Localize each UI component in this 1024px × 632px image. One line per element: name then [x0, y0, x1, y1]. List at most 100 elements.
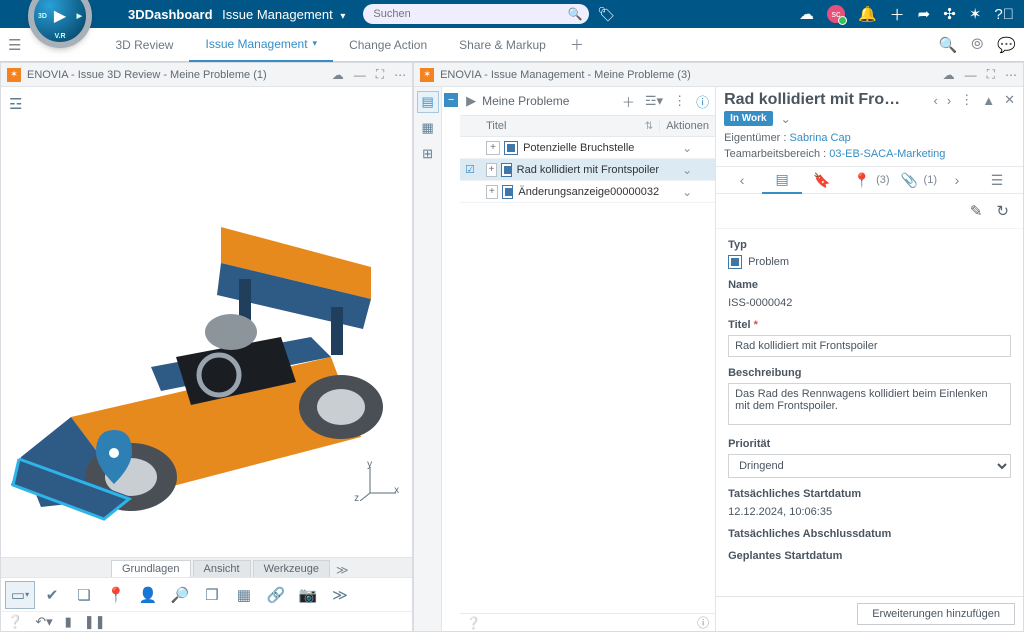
help-icon[interactable]: ?⃝	[994, 6, 1014, 23]
sort-icon[interactable]: ⇅	[645, 121, 653, 132]
add-issue-icon[interactable]: ＋	[622, 92, 635, 111]
pause-icon[interactable]: ❚❚	[84, 614, 106, 630]
prio-select[interactable]: Dringend	[728, 454, 1011, 478]
user-avatar[interactable]: sc	[827, 5, 845, 23]
bell-icon[interactable]: 🔔	[858, 5, 877, 23]
collapse-all-icon[interactable]: −	[444, 93, 458, 107]
history-icon[interactable]: ↻	[996, 202, 1009, 220]
help-icon[interactable]: ❔	[7, 614, 23, 630]
context-label[interactable]: Issue Management	[222, 7, 333, 22]
vtab-grundlagen[interactable]: Grundlagen	[111, 560, 191, 577]
tool-grid[interactable]: ▦	[229, 581, 259, 609]
tab-3d-review[interactable]: 3D Review	[99, 28, 189, 62]
add-extensions-button[interactable]: Erweiterungen hinzufügen	[857, 603, 1015, 625]
row-checkbox[interactable]: ☑	[460, 163, 480, 176]
info-icon[interactable]: ⓘ	[696, 92, 709, 111]
cloud-icon[interactable]: ☁	[332, 68, 344, 82]
minimize-icon[interactable]: —	[965, 68, 977, 82]
issue-type-icon	[501, 163, 512, 177]
dtab-menu-icon[interactable]: ☰	[977, 172, 1017, 189]
tool-layers[interactable]: ❏	[69, 581, 99, 609]
side-list-icon[interactable]: ▦	[417, 117, 439, 139]
share-arrow-icon[interactable]: ➦	[918, 5, 931, 23]
tool-link[interactable]: 🔗	[261, 581, 291, 609]
viewport-menu-icon[interactable]: ☲	[9, 95, 22, 113]
plus-icon[interactable]: ＋	[890, 4, 905, 25]
expand-icon[interactable]: +	[486, 185, 498, 199]
edit-icon[interactable]: ✎	[970, 202, 983, 220]
share-icon[interactable]: ✣	[943, 5, 956, 23]
owner-link[interactable]: Sabrina Cap	[790, 132, 851, 144]
table-row[interactable]: ☑ +Rad kollidiert mit Frontspoiler ⌄	[460, 159, 715, 181]
detail-more-icon[interactable]: ⋮	[960, 92, 973, 108]
expand-icon[interactable]: +	[486, 141, 500, 155]
tab-share-markup[interactable]: Share & Markup	[443, 28, 562, 62]
tool-more[interactable]: ≫	[325, 581, 355, 609]
expand-icon[interactable]: +	[486, 163, 497, 177]
info-icon[interactable]: ⓘ	[697, 614, 709, 631]
prev-icon[interactable]: ‹	[934, 93, 938, 108]
space-icon[interactable]: ✶	[969, 5, 982, 23]
row-actions-icon[interactable]: ⌄	[659, 185, 715, 199]
tool-cube[interactable]: ❒	[197, 581, 227, 609]
cloud-icon[interactable]: ☁	[799, 5, 814, 23]
coins-icon[interactable]: ⦾	[971, 36, 983, 54]
close-icon[interactable]: ✕	[1004, 92, 1015, 108]
col-title[interactable]: Titel	[486, 120, 506, 132]
side-items-icon[interactable]: ▤	[417, 91, 439, 113]
search-icon[interactable]: 🔍	[567, 7, 582, 21]
vtab-werkzeuge[interactable]: Werkzeuge	[253, 560, 330, 577]
tool-select[interactable]: ▭▾	[5, 581, 35, 609]
type-label: Typ	[728, 239, 1011, 251]
tool-pin[interactable]: 📍	[101, 581, 131, 609]
cloud-icon[interactable]: ☁	[943, 68, 955, 82]
3d-viewport[interactable]: ☲	[1, 87, 412, 557]
workspace-label: Teamarbeitsbereich :	[724, 148, 826, 160]
zoom-icon[interactable]: 🔍	[939, 36, 958, 54]
issue-detail: Rad kollidiert mit Fro… ‹ › ⋮ ▲ ✕ In Wor…	[716, 87, 1023, 631]
tool-user[interactable]: 👤	[133, 581, 163, 609]
undo-icon[interactable]: ↶▾	[35, 614, 52, 630]
table-row[interactable]: +Potenzielle Bruchstelle ⌄	[460, 137, 715, 159]
detail-prev-icon[interactable]: ‹	[722, 172, 762, 188]
compass-widget[interactable]: W V.R ▶ 3D ▶	[32, 0, 88, 44]
detail-next-icon[interactable]: ›	[937, 172, 977, 188]
vtab-more-icon[interactable]: ≫	[336, 563, 349, 577]
add-tab-icon[interactable]: ＋	[570, 35, 584, 55]
fullscreen-icon[interactable]: ⛶	[987, 67, 995, 82]
vtab-ansicht[interactable]: Ansicht	[193, 560, 251, 577]
dtab-relations-icon[interactable]: 🔖	[802, 172, 842, 189]
tab-issue-management[interactable]: Issue Management▾	[189, 28, 333, 62]
table-row[interactable]: +Änderungsanzeige00000032 ⌄	[460, 181, 715, 203]
chevron-down-icon[interactable]: ⌄	[781, 112, 791, 126]
expand-up-icon[interactable]: ▲	[982, 93, 995, 108]
tool-find[interactable]: 🔎	[165, 581, 195, 609]
minimize-icon[interactable]: —	[354, 68, 366, 82]
tab-change-action[interactable]: Change Action	[333, 28, 443, 62]
stop-icon[interactable]: ▮	[65, 614, 72, 630]
panel-title-right: ENOVIA - Issue Management - Meine Proble…	[440, 69, 933, 81]
search-input[interactable]	[363, 4, 589, 24]
help-icon[interactable]: ❔	[466, 616, 481, 630]
tool-snapshot[interactable]: 📷	[293, 581, 323, 609]
tool-check[interactable]: ✔	[37, 581, 67, 609]
search-box: 🔍	[363, 4, 589, 24]
play-icon[interactable]: ▶	[466, 93, 476, 109]
chevron-down-icon[interactable]: ▾	[340, 11, 345, 22]
row-actions-icon[interactable]: ⌄	[659, 163, 715, 177]
title-input[interactable]	[728, 335, 1011, 357]
desc-input[interactable]: Das Rad des Rennwagens kollidiert beim E…	[728, 383, 1011, 425]
fullscreen-icon[interactable]: ⛶	[376, 67, 384, 82]
workspace-link[interactable]: 03-EB-SACA-Marketing	[829, 148, 945, 160]
tag-icon[interactable]: 🏷	[597, 6, 615, 23]
hamburger-icon[interactable]: ☰	[8, 36, 21, 54]
side-grid-icon[interactable]: ⊞	[417, 143, 439, 165]
chat-icon[interactable]: 💬	[997, 36, 1016, 54]
more-icon[interactable]: ⋯	[394, 68, 406, 82]
row-actions-icon[interactable]: ⌄	[659, 141, 715, 155]
next-icon[interactable]: ›	[947, 93, 951, 108]
list-more-icon[interactable]: ⋮	[673, 93, 686, 109]
dtab-properties-icon[interactable]: ▤	[762, 166, 802, 194]
filter-icon[interactable]: ☲▾	[645, 93, 663, 109]
more-icon[interactable]: ⋯	[1005, 68, 1017, 82]
